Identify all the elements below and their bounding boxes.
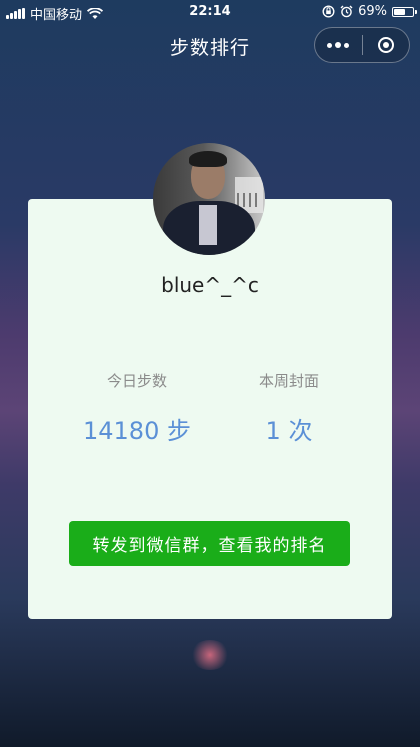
week-cover-label: 本周封面 (258, 372, 319, 390)
battery-icon (392, 6, 417, 17)
more-button[interactable] (315, 28, 362, 62)
username: blue^_^c (161, 273, 259, 297)
week-cover-stat: 本周封面 1 次 (189, 370, 389, 446)
mini-program-capsule (314, 27, 410, 63)
target-circle-icon (377, 37, 394, 53)
more-dots-icon (327, 42, 350, 48)
share-to-group-button[interactable]: 转发到微信群，查看我的排名 (69, 521, 350, 566)
background-glow (190, 640, 230, 670)
avatar-shirt (199, 205, 217, 245)
status-bar: 中国移动 22:14 69% (0, 0, 420, 24)
avatar-hair (189, 151, 227, 167)
avatar-window-bars (237, 193, 261, 207)
battery-percent: 69% (358, 4, 387, 19)
week-cover-value: 1 次 (265, 417, 313, 445)
alarm-icon (340, 5, 353, 18)
close-mini-program-button[interactable] (362, 28, 409, 62)
avatar (153, 143, 265, 255)
orientation-lock-icon (322, 5, 335, 18)
